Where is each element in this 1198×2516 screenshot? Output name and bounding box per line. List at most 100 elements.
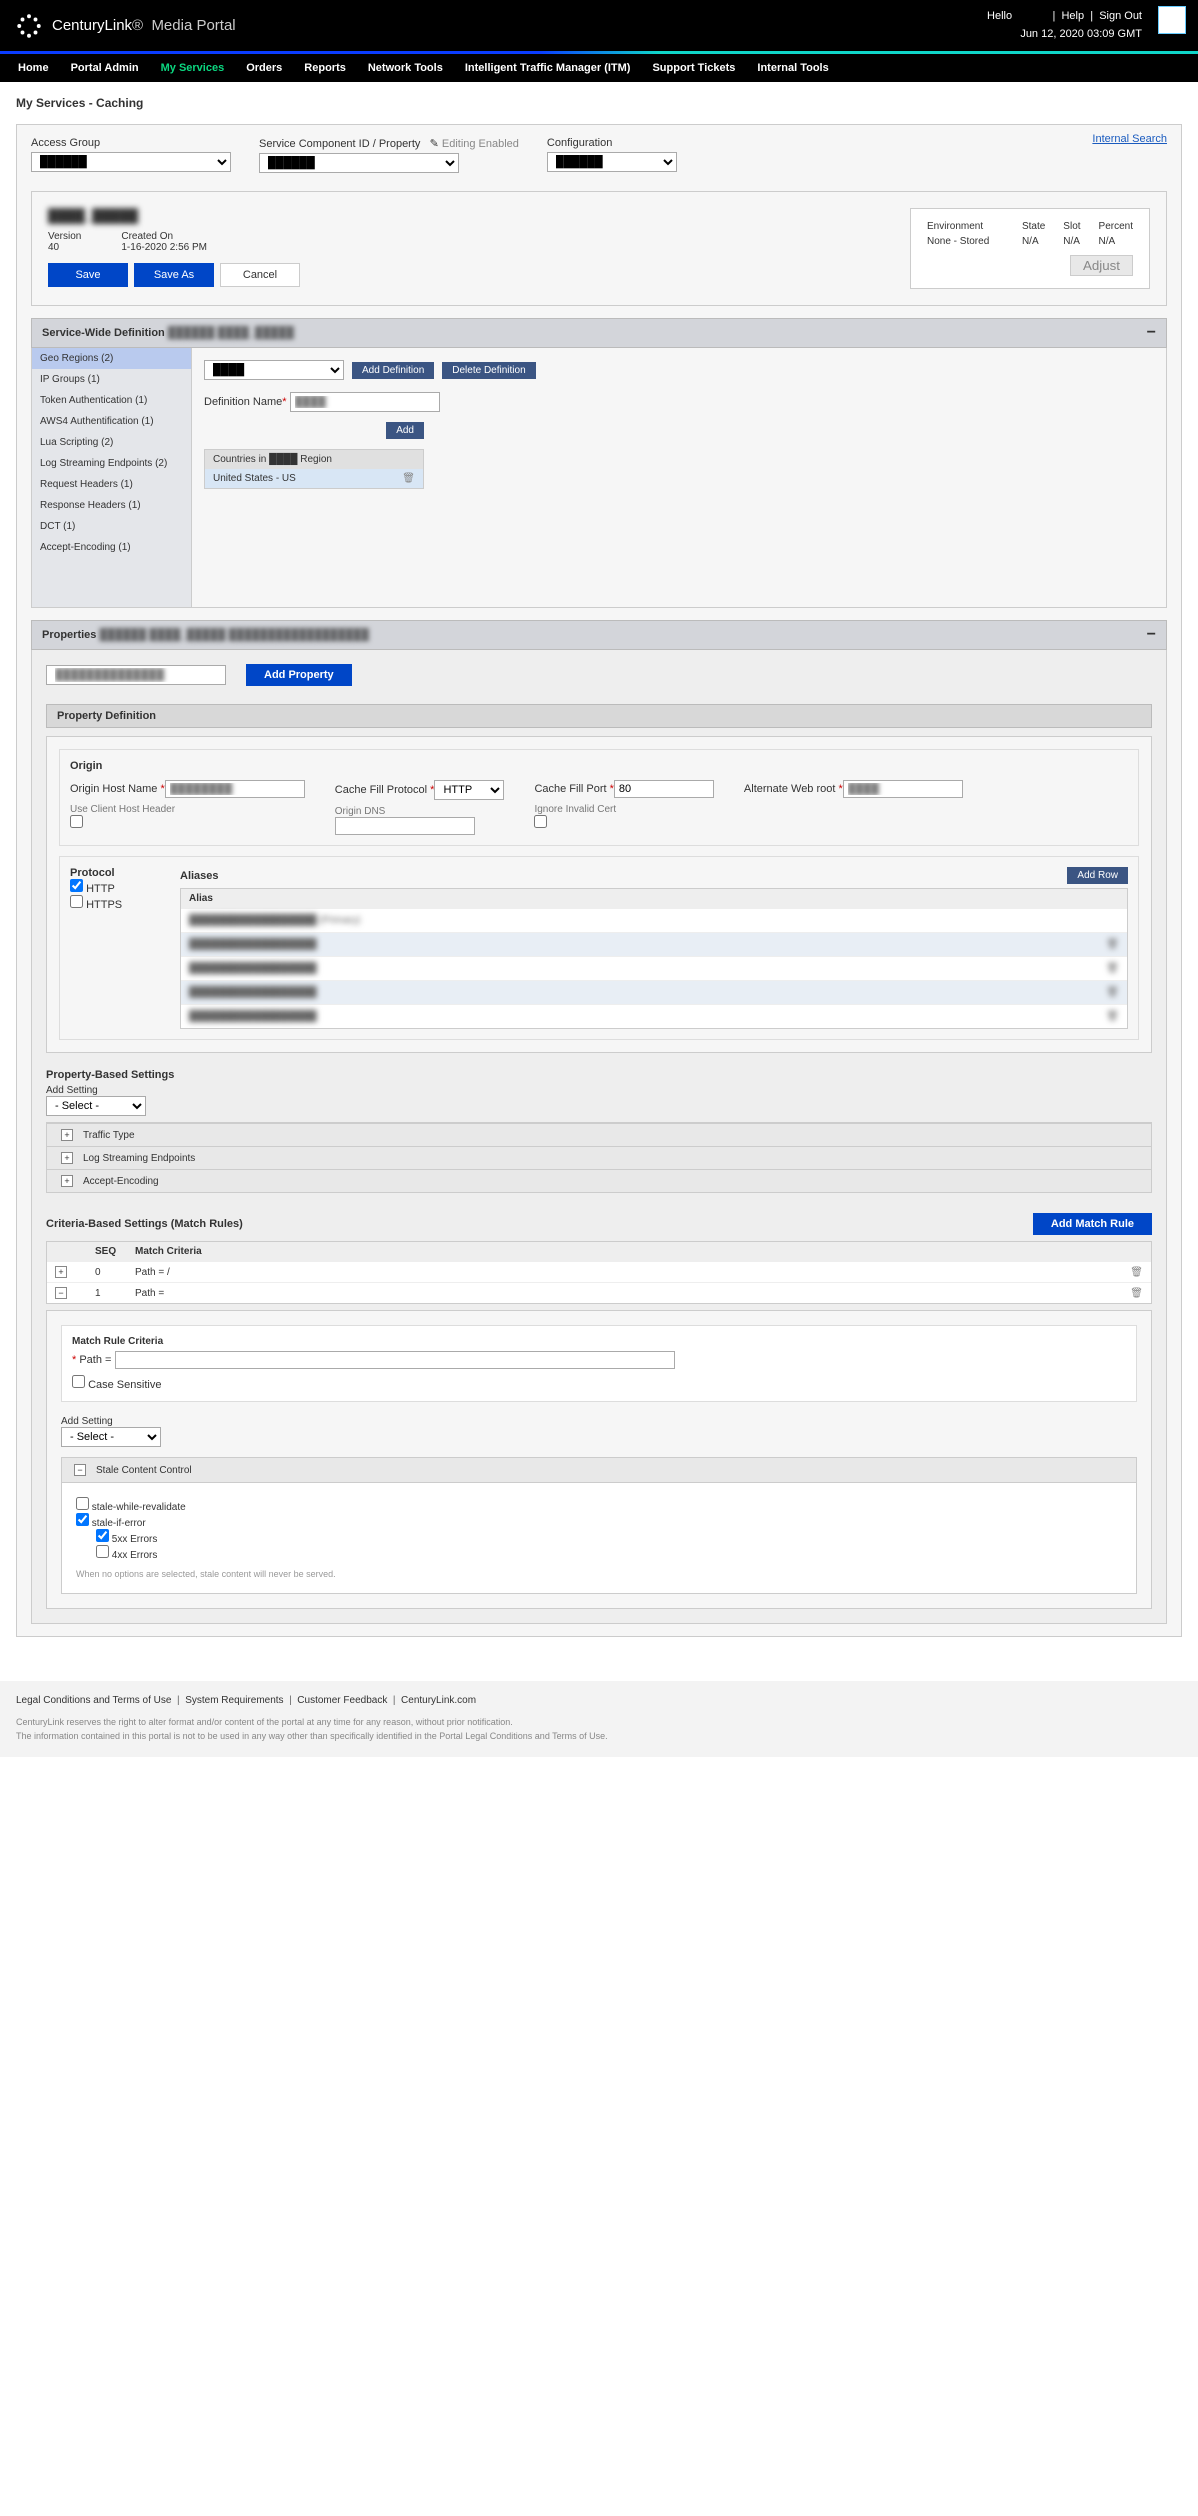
timestamp: Jun 12, 2020 03:09 GMT <box>987 26 1142 44</box>
property-definition-header: Property Definition <box>46 704 1152 728</box>
side-aws4-auth[interactable]: AWS4 Authentification (1) <box>32 411 191 432</box>
brand-text: CenturyLink® Media Portal <box>52 17 236 34</box>
collapse-icon[interactable]: − <box>1147 324 1156 342</box>
collapse-icon[interactable]: − <box>55 1287 67 1299</box>
trash-icon[interactable]: 🗑 <box>1106 1011 1119 1022</box>
properties-header[interactable]: Properties ██████ ████_█████ ███████████… <box>31 620 1167 650</box>
trash-icon[interactable]: 🗑 <box>1106 939 1119 950</box>
path-input[interactable] <box>115 1351 675 1369</box>
trash-icon[interactable]: 🗑 <box>402 473 415 484</box>
expand-icon[interactable]: + <box>61 1129 73 1141</box>
expand-icon[interactable]: + <box>55 1266 67 1278</box>
svc-comp-select[interactable]: ██████ <box>259 153 459 173</box>
trash-icon[interactable]: 🗑 <box>1130 1288 1143 1299</box>
case-sensitive-checkbox[interactable] <box>72 1375 85 1388</box>
add-definition-button[interactable]: Add Definition <box>352 362 434 379</box>
side-token-auth[interactable]: Token Authentication (1) <box>32 390 191 411</box>
side-ip-groups[interactable]: IP Groups (1) <box>32 369 191 390</box>
origin-dns-input[interactable] <box>335 817 475 835</box>
property-select[interactable]: ██████████████ <box>46 665 226 685</box>
add-match-rule-button[interactable]: Add Match Rule <box>1033 1213 1152 1235</box>
trash-icon[interactable]: 🗑 <box>1106 987 1119 998</box>
nav-internal[interactable]: Internal Tools <box>757 62 828 74</box>
header: CenturyLink® Media Portal Hello ████ | H… <box>0 0 1198 51</box>
cache-fill-protocol-select[interactable]: HTTP <box>434 780 504 800</box>
nav-orders[interactable]: Orders <box>246 62 282 74</box>
properties-body: ██████████████ Add Property Property Def… <box>31 650 1167 1624</box>
http-checkbox[interactable] <box>70 879 83 892</box>
property-based-settings-title: Property-Based Settings <box>46 1069 1152 1081</box>
5xx-errors-checkbox[interactable] <box>96 1529 109 1542</box>
sw-sidebar: Geo Regions (2) IP Groups (1) Token Auth… <box>32 348 192 607</box>
stale-while-revalidate-checkbox[interactable] <box>76 1497 89 1510</box>
nav-itm[interactable]: Intelligent Traffic Manager (ITM) <box>465 62 631 74</box>
svc-comp-label: Service Component ID / Property ✎ Editin… <box>259 137 519 150</box>
created-value: 1-16-2020 2:56 PM <box>121 242 207 253</box>
add-property-button[interactable]: Add Property <box>246 664 352 686</box>
adjust-button[interactable]: Adjust <box>1070 255 1133 276</box>
definition-name-input[interactable] <box>290 392 440 412</box>
filter-panel: Internal Search Access Group ██████ Servi… <box>16 124 1182 1637</box>
nav-home[interactable]: Home <box>18 62 49 74</box>
collapse-icon[interactable]: − <box>74 1464 86 1476</box>
add-row-button[interactable]: Add Row <box>1067 867 1128 884</box>
property-definition-body: Origin Origin Host Name *Use Client Host… <box>46 736 1152 1053</box>
criteria-settings-title: Criteria-Based Settings (Match Rules) <box>46 1218 243 1230</box>
trash-icon[interactable]: 🗑 <box>1106 963 1119 974</box>
origin-host-input[interactable] <box>165 780 305 798</box>
trash-icon[interactable]: 🗑 <box>1130 1267 1143 1278</box>
footer-cl-com[interactable]: CenturyLink.com <box>401 1695 476 1706</box>
nav-support[interactable]: Support Tickets <box>652 62 735 74</box>
use-client-host-checkbox[interactable] <box>70 815 83 828</box>
nav-portal-admin[interactable]: Portal Admin <box>71 62 139 74</box>
side-lua[interactable]: Lua Scripting (2) <box>32 432 191 453</box>
config-select[interactable]: ██████ <box>547 152 677 172</box>
https-checkbox[interactable] <box>70 895 83 908</box>
ignore-invalid-cert-checkbox[interactable] <box>534 815 547 828</box>
internal-search-link[interactable]: Internal Search <box>1092 133 1167 145</box>
partner-badge <box>1158 6 1186 34</box>
add-setting-select[interactable]: - Select - <box>46 1096 146 1116</box>
save-as-button[interactable]: Save As <box>134 263 214 287</box>
side-log-stream[interactable]: Log Streaming Endpoints (2) <box>32 453 191 474</box>
access-group-select[interactable]: ██████ <box>31 152 231 172</box>
expand-icon[interactable]: + <box>61 1152 73 1164</box>
collapse-icon[interactable]: − <box>1147 626 1156 644</box>
service-title: ████_█████ <box>48 208 348 223</box>
nav-reports[interactable]: Reports <box>304 62 346 74</box>
main-nav: Home Portal Admin My Services Orders Rep… <box>0 54 1198 82</box>
rule-add-setting-select[interactable]: - Select - <box>61 1427 161 1447</box>
footer-feedback[interactable]: Customer Feedback <box>297 1695 387 1706</box>
side-req-headers[interactable]: Request Headers (1) <box>32 474 191 495</box>
footer: Legal Conditions and Terms of Use | Syst… <box>0 1681 1198 1757</box>
criteria-table: SEQMatch Criteria +0Path = /🗑 −1Path =🗑 <box>46 1241 1152 1304</box>
match-rule-detail: Match Rule Criteria * Path = Case Sensit… <box>46 1310 1152 1609</box>
definition-select[interactable]: ████ <box>204 360 344 380</box>
countries-box: Countries in ████ Region United States -… <box>204 449 424 489</box>
side-dct[interactable]: DCT (1) <box>32 516 191 537</box>
side-res-headers[interactable]: Response Headers (1) <box>32 495 191 516</box>
stale-content-body: stale-while-revalidate stale-if-error 5x… <box>61 1483 1137 1594</box>
expand-icon[interactable]: + <box>61 1175 73 1187</box>
logo-icon <box>16 13 42 39</box>
side-geo-regions[interactable]: Geo Regions (2) <box>32 348 191 369</box>
footer-legal[interactable]: Legal Conditions and Terms of Use <box>16 1695 171 1706</box>
help-link[interactable]: Help <box>1061 10 1084 22</box>
logo: CenturyLink® Media Portal <box>16 13 236 39</box>
add-country-button[interactable]: Add <box>386 422 424 439</box>
nav-network-tools[interactable]: Network Tools <box>368 62 443 74</box>
footer-sysreq[interactable]: System Requirements <box>185 1695 283 1706</box>
alt-web-root-input[interactable] <box>843 780 963 798</box>
4xx-errors-checkbox[interactable] <box>96 1545 109 1558</box>
access-group-label: Access Group <box>31 137 231 149</box>
save-button[interactable]: Save <box>48 263 128 287</box>
service-wide-header[interactable]: Service-Wide Definition ██████ ████_████… <box>31 318 1167 348</box>
side-accept-enc[interactable]: Accept-Encoding (1) <box>32 537 191 558</box>
cache-fill-port-input[interactable] <box>614 780 714 798</box>
cancel-button[interactable]: Cancel <box>220 263 300 287</box>
stale-content-header[interactable]: −Stale Content Control <box>61 1457 1137 1483</box>
stale-if-error-checkbox[interactable] <box>76 1513 89 1526</box>
signout-link[interactable]: Sign Out <box>1099 10 1142 22</box>
nav-my-services[interactable]: My Services <box>161 62 225 74</box>
delete-definition-button[interactable]: Delete Definition <box>442 362 535 379</box>
